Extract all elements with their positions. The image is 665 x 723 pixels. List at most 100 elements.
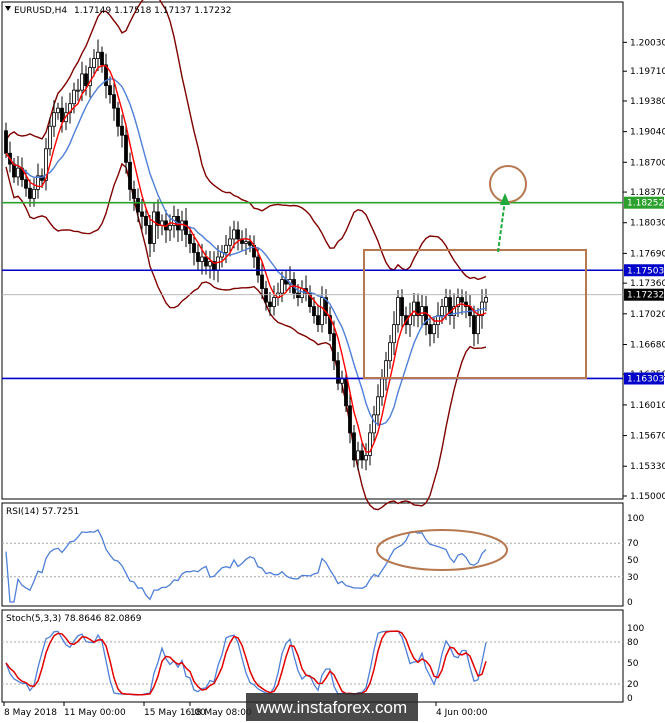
candle-body — [112, 94, 116, 109]
oscillator-tick-label: 0 — [627, 598, 633, 608]
rsi-label: RSI(14) 57.7251 — [6, 507, 79, 517]
candle-body — [80, 73, 84, 91]
rsi-panel — [1, 502, 624, 607]
candle-body — [152, 211, 156, 244]
current-price-label: 1.17232 — [627, 291, 664, 301]
candle-body — [48, 125, 52, 150]
level-tag-label: 1.16303 — [627, 374, 664, 384]
candle-body — [184, 220, 188, 235]
candle-body — [268, 301, 272, 308]
candle-body — [204, 256, 208, 267]
stochastic-label: Stoch(5,3,3) 78.8646 82.0869 — [6, 614, 142, 624]
chart-canvas: 1.20030 1.19710 1.19380 1.19040 1.18700 1.183… — [1, 0, 665, 721]
oscillator-tick-label: 100 — [627, 624, 644, 634]
candle-body — [444, 297, 448, 308]
candle-body — [340, 378, 344, 384]
price-tick-label: 1.19040 — [630, 128, 665, 138]
candle-body — [196, 252, 200, 262]
price-tick-label: 1.18030 — [630, 219, 665, 229]
candle-body — [216, 256, 220, 271]
candle-body — [60, 107, 64, 123]
candle-body — [132, 188, 136, 199]
candle-body — [316, 315, 320, 326]
candle-body — [168, 225, 172, 231]
candle-body — [264, 288, 268, 303]
candle-body — [52, 112, 56, 127]
oscillator-tick-label: 20 — [627, 680, 639, 690]
candle-body — [440, 306, 444, 317]
candle-body — [72, 89, 76, 105]
price-tick-label: 1.20030 — [630, 38, 665, 48]
candle-body — [4, 130, 8, 154]
candle-body — [332, 333, 336, 362]
candle-body — [208, 261, 212, 267]
candle-body — [300, 288, 304, 298]
candle-body — [348, 405, 352, 434]
price-tick-label: 1.19710 — [630, 67, 665, 77]
candle-body — [384, 360, 388, 380]
price-tick-label: 1.16680 — [630, 340, 665, 350]
price-tick-label: 1.15670 — [630, 432, 665, 442]
candle-body — [372, 414, 376, 434]
candle-body — [76, 89, 80, 92]
candle-body — [228, 238, 232, 246]
price-tick-label: 1.16010 — [630, 401, 665, 411]
level-tag-label: 1.18252 — [627, 199, 664, 209]
date-tick-label: 4 Jun 00:00 — [436, 708, 488, 718]
candle-body — [12, 163, 16, 178]
candle-body — [120, 125, 124, 136]
candle-body — [420, 306, 424, 317]
candle-body — [412, 301, 416, 317]
price-tick-label: 1.17020 — [630, 310, 665, 320]
candle-body — [380, 378, 384, 398]
candle-body — [376, 396, 380, 416]
date-tick-label: 11 May 00:00 — [64, 708, 126, 718]
date-tick-label: 8 May 2018 — [4, 708, 57, 718]
instrument-label: EURUSD,H4 — [14, 6, 67, 16]
candle-body — [336, 360, 340, 384]
candle-body — [32, 188, 36, 199]
candle-body — [400, 297, 404, 317]
candle-body — [356, 450, 360, 461]
candle-body — [344, 378, 348, 407]
candle-body — [428, 324, 432, 335]
candle-body — [260, 274, 264, 289]
candle-body — [136, 197, 140, 213]
candle-body — [472, 315, 476, 335]
candle-body — [28, 187, 32, 199]
price-tick-label: 1.15000 — [630, 492, 665, 502]
level-tag-label: 1.17503 — [627, 266, 664, 276]
candle-body — [100, 51, 104, 66]
candle-body — [108, 85, 112, 96]
ohlc-header: 1.17149 1.17518 1.17137 1.17232 — [74, 6, 231, 16]
oscillator-tick-label: 30 — [627, 573, 639, 583]
candle-body — [128, 161, 132, 190]
oscillator-tick-label: 80 — [627, 638, 639, 648]
candle-body — [296, 292, 300, 298]
price-tick-label: 1.18700 — [630, 158, 665, 168]
price-tick-label: 1.17360 — [630, 279, 665, 289]
candle-body — [92, 58, 96, 69]
candle-body — [484, 297, 488, 303]
date-tick-label: 18 May 08:00 — [190, 708, 252, 718]
candle-body — [320, 297, 324, 326]
candle-body — [364, 455, 368, 461]
candle-body — [192, 243, 196, 253]
candle-body — [140, 211, 144, 217]
candle-body — [436, 315, 440, 326]
candle-body — [244, 241, 248, 244]
candle-body — [352, 432, 356, 461]
price-tick-label: 1.18370 — [630, 188, 665, 198]
candle-body — [460, 297, 464, 303]
price-tick-label: 1.17690 — [630, 249, 665, 259]
candle-body — [232, 229, 236, 240]
oscillator-tick-label: 50 — [627, 659, 639, 669]
oscillator-tick-label: 70 — [627, 539, 639, 549]
candle-body — [360, 450, 364, 461]
candle-body — [56, 107, 60, 114]
candle-body — [272, 297, 276, 308]
candle-body — [200, 256, 204, 262]
candle-body — [144, 216, 148, 226]
candle-body — [188, 234, 192, 244]
candle-body — [148, 225, 152, 244]
